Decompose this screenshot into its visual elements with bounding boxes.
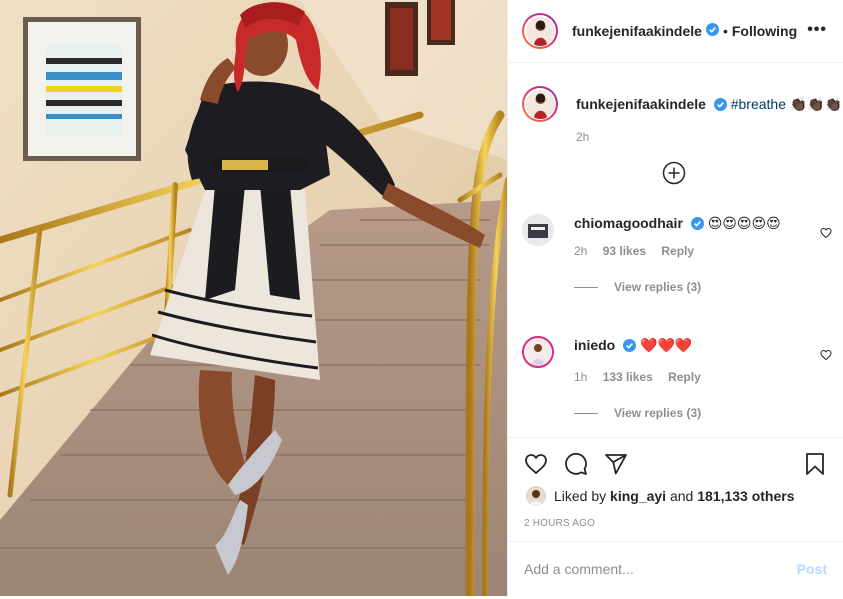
comment-age[interactable]: 2h (574, 244, 587, 258)
add-comment-bar: Post (508, 541, 843, 596)
more-icon[interactable]: ••• (807, 22, 827, 38)
author-avatar-image (525, 16, 555, 46)
caption-username[interactable]: funkejenifaakindele (576, 96, 706, 112)
add-icon (662, 161, 686, 185)
reply-button[interactable]: Reply (668, 370, 701, 384)
commenter-avatar[interactable] (522, 336, 554, 368)
following-button[interactable]: Following (732, 23, 797, 39)
caption-avatar[interactable] (522, 86, 558, 122)
comment-like-heart-icon[interactable] (820, 226, 832, 242)
likes-count[interactable]: 181,133 others (697, 488, 794, 504)
view-replies-label: View replies (3) (614, 406, 702, 420)
author-avatar[interactable] (522, 13, 558, 49)
commenter-username[interactable]: iniedo (574, 337, 615, 353)
comment-text: ❤️❤️❤️ (640, 337, 693, 353)
view-replies-button[interactable]: View replies (3) (574, 404, 794, 422)
caption-age[interactable]: 2h (576, 130, 842, 144)
post-timestamp[interactable]: 2 HOURS AGO (524, 518, 595, 529)
post-image (0, 0, 507, 596)
comment-item: chiomagoodhair 😍😍😍😍😍 2h 93 likes Reply V… (522, 214, 832, 296)
load-more-comments-button[interactable] (662, 161, 686, 185)
comment-item: iniedo ❤️❤️❤️ 1h 133 likes Reply View re… (522, 336, 832, 422)
post-header: funkejenifaakindele • Following ••• (508, 0, 843, 63)
caption-emoji: 👏🏿👏🏿👏🏿 (789, 96, 843, 112)
comment-text: 😍😍😍😍😍 (707, 215, 781, 231)
post-actions: Liked by king_ayi and 181,133 others 2 H… (508, 437, 843, 542)
post-comment-button[interactable]: Post (797, 561, 827, 577)
caption-avatar-image (525, 89, 555, 119)
heart-icon[interactable] (524, 452, 548, 479)
liked-by: Liked by king_ayi and 181,133 others (526, 486, 795, 506)
post-side-panel: funkejenifaakindele • Following ••• funk… (508, 0, 843, 596)
comment-input[interactable] (524, 561, 797, 577)
comment-age[interactable]: 1h (574, 370, 587, 384)
reply-button[interactable]: Reply (661, 244, 694, 258)
comment-like-heart-icon[interactable] (820, 348, 832, 364)
bookmark-icon[interactable] (803, 452, 827, 479)
view-replies-label: View replies (3) (614, 280, 702, 294)
commenter-avatar[interactable] (522, 214, 554, 246)
caption: funkejenifaakindele #breathe 👏🏿👏🏿👏🏿 2h (522, 86, 842, 144)
liked-by-prefix: Liked by (554, 488, 607, 504)
verified-badge-icon (705, 23, 719, 39)
verified-badge-icon (690, 216, 704, 234)
comment-icon[interactable] (564, 452, 588, 479)
caption-hashtag[interactable]: #breathe (731, 96, 786, 112)
header-separator: • (722, 23, 728, 39)
author-username[interactable]: funkejenifaakindele (572, 23, 702, 39)
comment-likes[interactable]: 93 likes (603, 244, 646, 258)
liked-by-conj: and (669, 488, 694, 504)
comment-likes[interactable]: 133 likes (603, 370, 653, 384)
liker-avatar[interactable] (526, 486, 546, 506)
liker-username[interactable]: king_ayi (610, 488, 666, 504)
comments-list[interactable]: funkejenifaakindele #breathe 👏🏿👏🏿👏🏿 2h c… (508, 64, 843, 437)
verified-badge-icon (623, 338, 637, 356)
post-photo[interactable] (0, 0, 508, 596)
view-replies-button[interactable]: View replies (3) (574, 278, 794, 296)
commenter-username[interactable]: chiomagoodhair (574, 215, 683, 231)
verified-badge-icon (713, 98, 727, 114)
share-icon[interactable] (604, 452, 628, 479)
